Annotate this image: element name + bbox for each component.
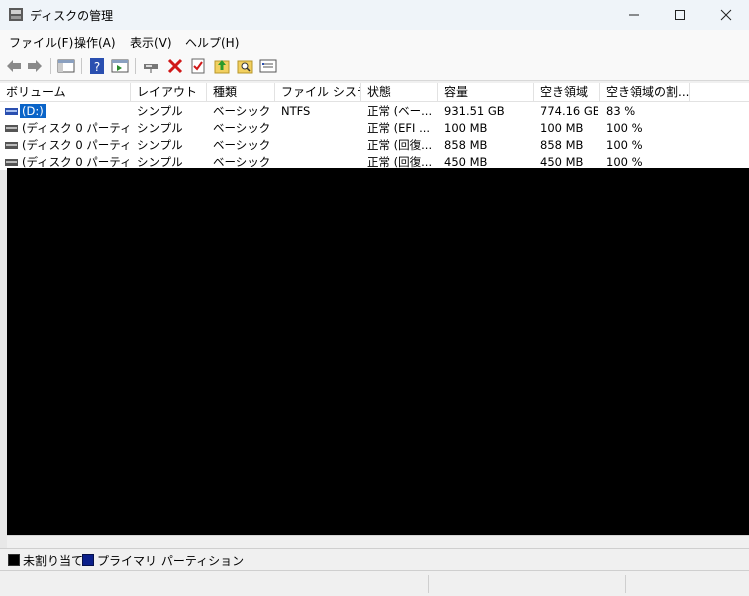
file-system-cell bbox=[281, 137, 359, 154]
free-percent-cell: 100 % bbox=[606, 138, 643, 152]
legend-label-unallocated: 未割り当て bbox=[23, 554, 84, 568]
show-hide-pane-icon[interactable] bbox=[111, 57, 129, 75]
type-cell: ベーシック bbox=[213, 121, 271, 135]
status-cell: 正常 (回復... bbox=[367, 138, 433, 152]
file-system-cell bbox=[281, 120, 359, 137]
capacity-cell: 931.51 GB bbox=[444, 104, 505, 118]
volume-drive-icon bbox=[5, 159, 18, 166]
redacted-area bbox=[7, 168, 749, 535]
volume-list[interactable]: ボリューム レイアウト 種類 ファイル システム 状態 容量 空き領域 空き領域… bbox=[0, 83, 749, 170]
layout-cell: シンプル bbox=[137, 104, 183, 118]
title-bar: ディスクの管理 bbox=[0, 0, 749, 30]
legend-label-primary: プライマリ パーティション bbox=[97, 554, 245, 568]
free-space-cell: 774.16 GB bbox=[540, 104, 598, 118]
menu-file[interactable]: ファイル(F) bbox=[9, 34, 73, 51]
properties-icon[interactable] bbox=[259, 57, 277, 75]
volume-drive-icon bbox=[5, 125, 18, 132]
column-header-volume[interactable]: ボリューム bbox=[0, 83, 131, 101]
column-header-file-system[interactable]: ファイル システム bbox=[275, 83, 361, 101]
volume-drive-icon bbox=[5, 108, 18, 115]
volume-drive-icon bbox=[5, 142, 18, 149]
minimize-icon bbox=[629, 14, 639, 16]
toolbar: ? bbox=[0, 52, 749, 81]
minimize-button[interactable] bbox=[611, 0, 657, 30]
menu-bar: ファイル(F) 操作(A) 表示(V) ヘルプ(H) bbox=[0, 30, 749, 52]
free-percent-cell: 83 % bbox=[606, 104, 636, 118]
window-title: ディスクの管理 bbox=[30, 9, 114, 23]
status-cell: 正常 (EFI ... bbox=[367, 121, 431, 135]
file-system-cell: NTFS bbox=[281, 104, 311, 118]
table-row[interactable]: (ディスク 0 パーティシ... シンプル ベーシック 正常 (EFI ... … bbox=[0, 120, 749, 137]
column-header-free-percent[interactable]: 空き領域の割... bbox=[600, 83, 690, 101]
volume-name[interactable]: (D:) bbox=[20, 104, 46, 118]
type-cell: ベーシック bbox=[213, 104, 271, 118]
forward-arrow-icon[interactable] bbox=[26, 57, 44, 75]
layout-cell: シンプル bbox=[137, 138, 183, 152]
toolbar-separator bbox=[81, 58, 82, 74]
properties-check-icon[interactable] bbox=[189, 57, 207, 75]
status-divider bbox=[625, 575, 626, 593]
disk-management-app-icon bbox=[9, 8, 23, 21]
legend-swatch-primary bbox=[82, 554, 94, 566]
legend-bar: 未割り当て プライマリ パーティション bbox=[0, 548, 749, 570]
legend-swatch-unallocated bbox=[8, 554, 20, 566]
maximize-button[interactable] bbox=[657, 0, 703, 30]
toolbar-separator bbox=[135, 58, 136, 74]
console-tree-icon[interactable] bbox=[57, 57, 75, 75]
volume-name[interactable]: (ディスク 0 パーティシ... bbox=[22, 120, 130, 137]
column-header-row: ボリューム レイアウト 種類 ファイル システム 状態 容量 空き領域 空き領域… bbox=[0, 83, 749, 102]
close-icon bbox=[720, 9, 732, 21]
export-list-icon[interactable] bbox=[213, 57, 231, 75]
type-cell: ベーシック bbox=[213, 138, 271, 152]
free-space-cell: 100 MB bbox=[540, 121, 584, 135]
column-header-capacity[interactable]: 容量 bbox=[438, 83, 534, 101]
column-header-layout[interactable]: レイアウト bbox=[131, 83, 207, 101]
connect-drive-icon[interactable] bbox=[142, 57, 160, 75]
table-row[interactable]: (ディスク 0 パーティシ... シンプル ベーシック 正常 (回復... 85… bbox=[0, 137, 749, 154]
volume-name[interactable]: (ディスク 0 パーティシ... bbox=[22, 137, 130, 154]
status-bar bbox=[0, 570, 749, 596]
column-header-type[interactable]: 種類 bbox=[207, 83, 275, 101]
capacity-cell: 100 MB bbox=[444, 121, 488, 135]
status-divider bbox=[428, 575, 429, 593]
column-header-free-space[interactable]: 空き領域 bbox=[534, 83, 600, 101]
column-header-status[interactable]: 状態 bbox=[361, 83, 438, 101]
table-row[interactable]: (D:) シンプル ベーシック NTFS 正常 (ベー... 931.51 GB… bbox=[0, 103, 749, 120]
capacity-cell: 858 MB bbox=[444, 138, 488, 152]
horizontal-scrollbar[interactable] bbox=[7, 535, 749, 549]
close-button[interactable] bbox=[703, 0, 749, 30]
layout-cell: シンプル bbox=[137, 121, 183, 135]
menu-help[interactable]: ヘルプ(H) bbox=[185, 34, 239, 51]
maximize-icon bbox=[675, 10, 685, 20]
svg-text:?: ? bbox=[94, 60, 100, 74]
status-cell: 正常 (ベー... bbox=[367, 104, 433, 118]
free-percent-cell: 100 % bbox=[606, 121, 643, 135]
delete-icon[interactable] bbox=[166, 57, 184, 75]
menu-view[interactable]: 表示(V) bbox=[130, 34, 172, 51]
help-icon[interactable]: ? bbox=[88, 57, 106, 75]
free-space-cell: 858 MB bbox=[540, 138, 584, 152]
toolbar-separator bbox=[50, 58, 51, 74]
menu-action[interactable]: 操作(A) bbox=[74, 34, 116, 51]
search-folder-icon[interactable] bbox=[236, 57, 254, 75]
back-arrow-icon[interactable] bbox=[5, 57, 23, 75]
